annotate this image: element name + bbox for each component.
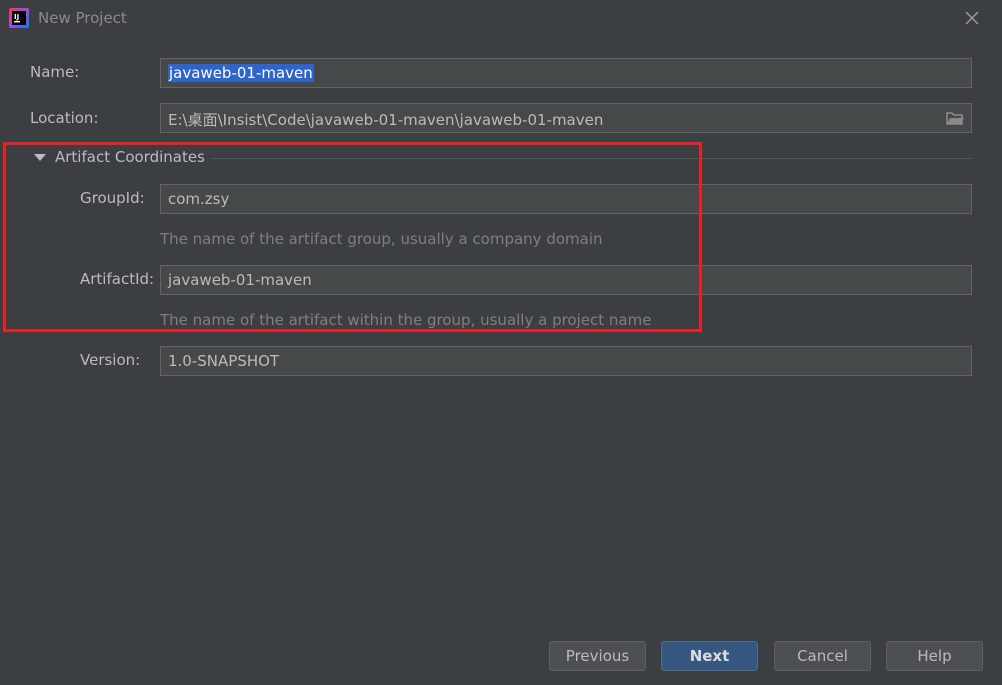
folder-icon[interactable] xyxy=(946,110,964,126)
artifactid-hint: The name of the artifact within the grou… xyxy=(160,311,652,329)
version-field[interactable]: 1.0-SNAPSHOT xyxy=(160,346,972,376)
title-bar: IJ New Project xyxy=(0,0,1002,36)
groupid-value: com.zsy xyxy=(168,190,230,208)
section-divider xyxy=(211,158,972,159)
artifactid-field[interactable]: javaweb-01-maven xyxy=(160,265,972,295)
window-title: New Project xyxy=(38,9,127,27)
cancel-button[interactable]: Cancel xyxy=(774,641,871,671)
location-value: E:\桌面\Insist\Code\javaweb-01-maven\javaw… xyxy=(168,111,604,129)
artifactid-value: javaweb-01-maven xyxy=(168,271,312,289)
new-project-dialog: IJ New Project Name: javaweb-01-maven Lo… xyxy=(0,0,1002,685)
chevron-down-icon xyxy=(34,154,46,161)
version-value: 1.0-SNAPSHOT xyxy=(168,352,280,370)
svg-text:IJ: IJ xyxy=(14,13,19,21)
groupid-label: GroupId: xyxy=(80,189,145,207)
artifactid-label: ArtifactId: xyxy=(80,270,155,288)
close-icon[interactable] xyxy=(962,8,982,28)
previous-button[interactable]: Previous xyxy=(549,641,646,671)
version-label: Version: xyxy=(80,351,141,369)
groupid-field[interactable]: com.zsy xyxy=(160,184,972,214)
section-title: Artifact Coordinates xyxy=(55,148,205,166)
location-field[interactable]: E:\桌面\Insist\Code\javaweb-01-maven\javaw… xyxy=(160,103,972,133)
next-button[interactable]: Next xyxy=(661,641,758,671)
location-label: Location: xyxy=(30,109,99,127)
intellij-idea-icon: IJ xyxy=(9,8,29,28)
name-value: javaweb-01-maven xyxy=(168,64,314,82)
help-button[interactable]: Help xyxy=(886,641,983,671)
name-label: Name: xyxy=(30,63,80,81)
name-field[interactable]: javaweb-01-maven xyxy=(160,58,972,88)
groupid-hint: The name of the artifact group, usually … xyxy=(160,230,603,248)
